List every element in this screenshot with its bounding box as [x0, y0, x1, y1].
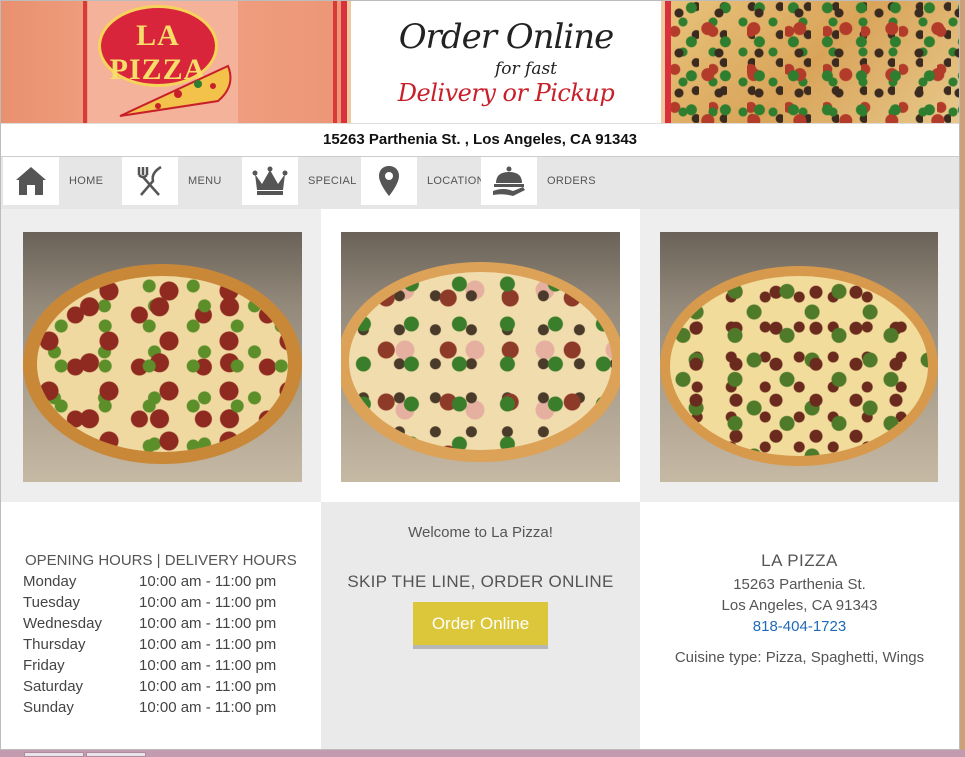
food-cloche-icon: [481, 157, 537, 205]
cuisine-type: Cuisine type: Pizza, Spaghetti, Wings: [674, 649, 925, 666]
hours-row: Thursday 10:00 am - 11:00 pm: [23, 636, 276, 653]
city-address: Los Angeles, CA 91343: [721, 597, 878, 614]
fork-knife-icon: [122, 157, 178, 205]
gallery-cell: [1, 209, 321, 502]
nav-item-orders[interactable]: ORDERS: [481, 157, 596, 205]
order-online-button[interactable]: Order Online: [413, 602, 548, 649]
nav-label-home: HOME: [69, 175, 104, 187]
hours-day: Wednesday: [23, 615, 102, 632]
nav-item-location[interactable]: LOCATION: [361, 157, 485, 205]
pizza-slice-icon: [119, 64, 232, 117]
hours-time: 10:00 am - 11:00 pm: [139, 636, 277, 653]
supreme-pizza-photo[interactable]: [341, 232, 620, 482]
banner-subtitle: for fast: [494, 59, 558, 79]
opening-hours-panel: OPENING HOURS | DELIVERY HOURS Monday 10:…: [1, 502, 321, 749]
crown-icon: [242, 157, 298, 205]
logo-panel: LA PIZZA: [1, 1, 341, 123]
nav-item-special[interactable]: SPECIAL: [242, 157, 357, 205]
pizza-toppings: [349, 272, 612, 450]
banner-tagline: Delivery or Pickup: [397, 79, 615, 107]
banner-stripe: [83, 1, 87, 123]
hours-row: Friday 10:00 am - 11:00 pm: [23, 657, 276, 674]
hours-time: 10:00 am - 11:00 pm: [139, 594, 277, 611]
opening-hours-title: OPENING HOURS | DELIVERY HOURS: [25, 552, 297, 569]
order-online-banner: Order Online for fast Delivery or Pickup: [341, 1, 671, 123]
taskbar-tab[interactable]: [24, 752, 84, 757]
nav-label-location: LOCATION: [427, 175, 485, 187]
jalapeno-sausage-pizza-photo[interactable]: [660, 232, 938, 482]
map-pin-icon: [361, 157, 417, 205]
hours-time: 10:00 am - 11:00 pm: [139, 573, 277, 590]
header-banner: LA PIZZA Order Online for fast Delivery …: [1, 1, 959, 123]
banner-stripe: [333, 1, 337, 123]
hours-day: Thursday: [23, 636, 86, 653]
street-address: 15263 Parthenia St.: [733, 576, 866, 593]
nav-label-menu: MENU: [188, 175, 222, 187]
nav-item-home[interactable]: HOME: [3, 157, 103, 205]
nav-item-menu[interactable]: MENU: [122, 157, 222, 205]
hours-day: Tuesday: [23, 594, 80, 611]
restaurant-name: LA PIZZA: [761, 551, 838, 570]
skip-the-line-heading: SKIP THE LINE, ORDER ONLINE: [347, 572, 614, 591]
pepperoni-jalapeno-pizza-photo[interactable]: [23, 232, 302, 482]
hours-day: Monday: [23, 573, 77, 590]
pizza-toppings: [670, 276, 928, 456]
hours-day: Saturday: [23, 678, 84, 695]
hours-row: Saturday 10:00 am - 11:00 pm: [23, 678, 276, 695]
home-icon: [3, 157, 59, 205]
gallery-cell: [321, 209, 640, 502]
welcome-panel: Welcome to La Pizza! SKIP THE LINE, ORDE…: [321, 502, 640, 749]
info-section: OPENING HOURS | DELIVERY HOURS Monday 10:…: [1, 502, 959, 749]
hours-day: Friday: [23, 657, 65, 674]
gallery-cell: [640, 209, 959, 502]
hours-row: Monday 10:00 am - 11:00 pm: [23, 573, 276, 590]
main-nav: HOME MENU SPECIAL LOCATION ORDERS: [1, 157, 959, 209]
address-bar: 15263 Parthenia St. , Los Angeles, CA 91…: [1, 123, 959, 157]
hours-row: Wednesday 10:00 am - 11:00 pm: [23, 615, 276, 632]
hours-time: 10:00 am - 11:00 pm: [139, 657, 277, 674]
phone-link[interactable]: 818-404-1723: [640, 618, 959, 635]
nav-label-orders: ORDERS: [547, 175, 596, 187]
hours-row: Tuesday 10:00 am - 11:00 pm: [23, 594, 276, 611]
pizza-toppings: [37, 276, 288, 452]
hours-time: 10:00 am - 11:00 pm: [139, 615, 277, 632]
banner-title: Order Online: [398, 17, 615, 57]
taskbar-tab[interactable]: [86, 752, 146, 757]
contact-panel: LA PIZZA 15263 Parthenia St. Los Angeles…: [640, 502, 959, 749]
hours-time: 10:00 am - 11:00 pm: [139, 678, 277, 695]
nav-label-special: SPECIAL: [308, 175, 357, 187]
pizza-gallery: [1, 209, 959, 502]
hours-row: Sunday 10:00 am - 11:00 pm: [23, 699, 276, 716]
welcome-text: Welcome to La Pizza!: [408, 524, 553, 541]
pizza-banner-photo: [671, 1, 959, 123]
hours-time: 10:00 am - 11:00 pm: [139, 699, 277, 716]
la-pizza-logo[interactable]: LA PIZZA: [88, 1, 238, 123]
hours-day: Sunday: [23, 699, 74, 716]
page-frame: LA PIZZA Order Online for fast Delivery …: [0, 0, 960, 750]
